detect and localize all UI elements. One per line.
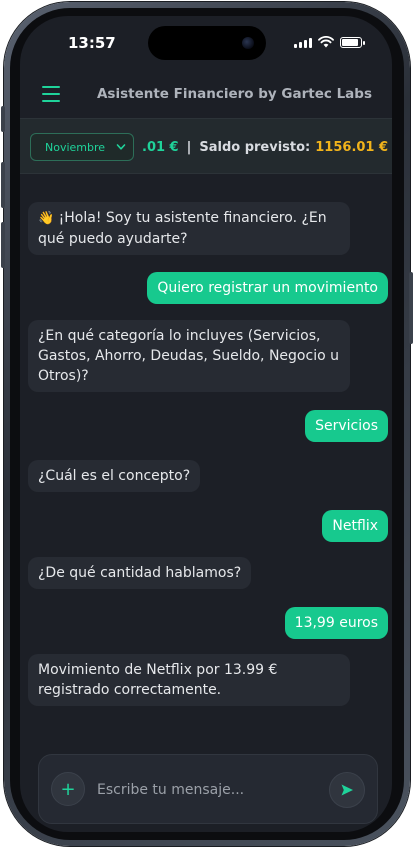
- month-select[interactable]: Noviembre: [30, 133, 134, 161]
- send-icon: [341, 784, 353, 796]
- status-bar: 13:57: [20, 16, 392, 70]
- bot-message: ¿Cuál es el concepto?: [28, 460, 201, 492]
- power-button: [409, 272, 413, 344]
- wifi-icon: [318, 36, 334, 48]
- volume-down-button: [1, 222, 5, 268]
- balance-summary: .01 € | Saldo previsto: 1156.01 € |: [142, 140, 392, 155]
- balance-separator: |: [186, 140, 192, 155]
- camera-icon: [242, 37, 254, 49]
- user-message: Quiero registrar un movimiento: [147, 272, 388, 304]
- user-message: Servicios: [305, 410, 388, 442]
- add-attachment-button[interactable]: +: [51, 772, 85, 806]
- current-balance: .01 €: [142, 140, 179, 155]
- send-button[interactable]: [329, 772, 365, 808]
- bot-message: ¿En qué categoría lo incluyes (Servicios…: [28, 320, 350, 392]
- chevron-down-icon: [116, 144, 126, 150]
- plus-icon: +: [60, 778, 76, 800]
- action-button: [1, 106, 5, 132]
- forecast-label: Saldo previsto:: [199, 140, 311, 155]
- cellular-signal-icon: [294, 37, 312, 48]
- hamburger-menu-icon[interactable]: [42, 86, 60, 102]
- message-composer: +: [38, 754, 378, 824]
- user-message: 13,99 euros: [284, 607, 388, 639]
- volume-up-button: [1, 162, 5, 208]
- app-title: Asistente Financiero by Gartec Labs: [96, 86, 372, 102]
- bot-message-text: ¡Hola! Soy tu asistente financiero. ¿En …: [38, 210, 327, 247]
- app-screen: 13:57 Asistente Financiero by Gartec Lab…: [20, 16, 392, 832]
- month-select-value: Noviembre: [45, 140, 106, 154]
- dynamic-island: [148, 26, 266, 60]
- user-message: Netflix: [322, 510, 388, 542]
- app-header: Asistente Financiero by Gartec Labs: [20, 78, 392, 120]
- waving-hand-icon: 👋: [38, 211, 55, 226]
- bot-message: 👋 ¡Hola! Soy tu asistente financiero. ¿E…: [28, 202, 350, 255]
- balance-bar: Noviembre .01 € | Saldo previsto: 1156.0…: [20, 118, 392, 174]
- battery-icon: [340, 36, 365, 48]
- status-time: 13:57: [68, 34, 116, 52]
- forecast-balance: 1156.01 €: [315, 140, 389, 155]
- bot-message: Movimiento de Netflix por 13.99 € regist…: [28, 654, 350, 706]
- bot-message: ¿De qué cantidad hablamos?: [28, 557, 252, 589]
- status-icons: [294, 36, 365, 48]
- message-input[interactable]: [95, 775, 319, 805]
